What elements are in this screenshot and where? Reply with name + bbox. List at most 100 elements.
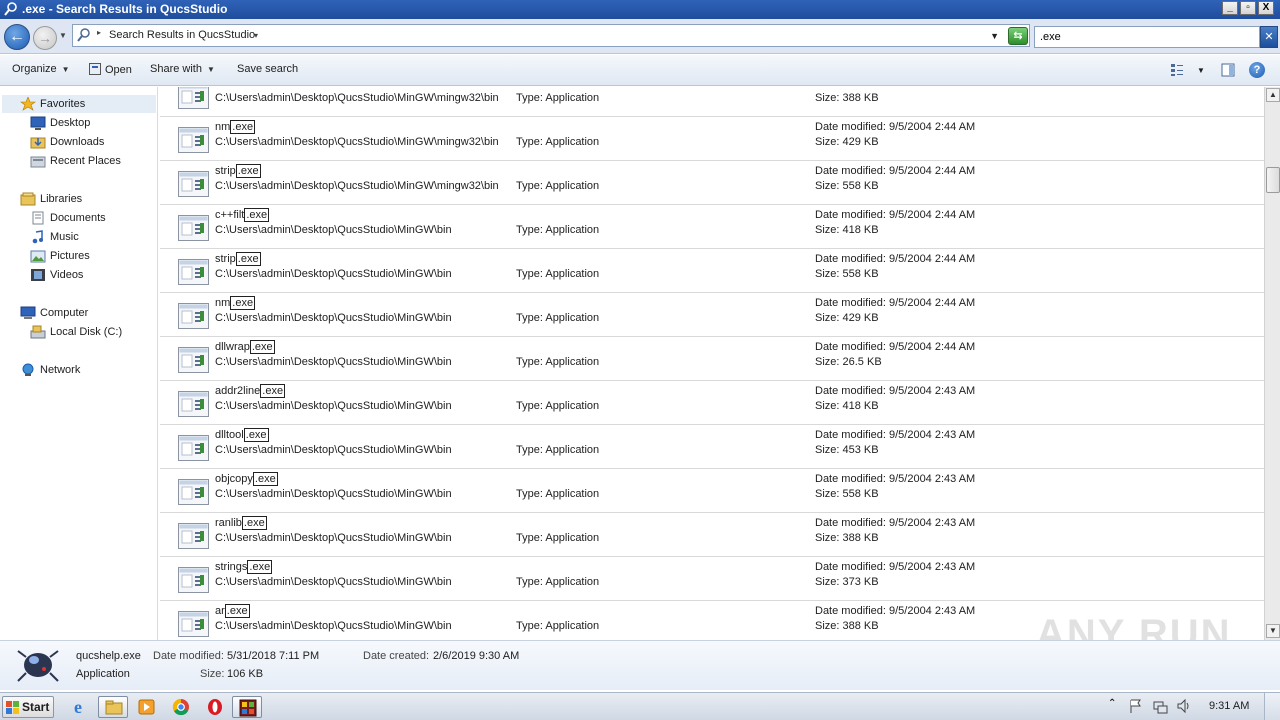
result-type: Type: Application xyxy=(516,180,600,192)
result-size: Size: 388 KB xyxy=(815,620,879,632)
result-filename[interactable]: nm .exe xyxy=(215,120,256,134)
result-row[interactable]: strip .exe C:\Users\admin\Desktop\QucsStud… xyxy=(160,161,1264,205)
address-history-dropdown[interactable]: ▼ xyxy=(990,31,999,41)
nav-favorites-label: Favorites xyxy=(40,98,86,110)
scroll-down-button[interactable]: ▼ xyxy=(1266,624,1280,638)
result-date-modified: Date modified: 9/5/2004 2:43 AM xyxy=(815,473,976,485)
result-date-modified: Date modified: 9/5/2004 2:43 AM xyxy=(815,561,976,573)
result-type: Type: Application xyxy=(516,620,600,632)
result-path: C:\Users\admin\Desktop\QucsStudio\MinGW\… xyxy=(215,576,452,588)
close-icon: ✕ xyxy=(1264,31,1274,43)
open-button[interactable]: Open xyxy=(89,63,132,76)
result-filename-base: ar xyxy=(215,605,225,617)
result-filename-base: addr2line xyxy=(215,385,261,397)
navigation-pane: Favorites Desktop Downloads Recent Place… xyxy=(0,87,158,640)
clear-search-button[interactable]: ✕ xyxy=(1260,26,1278,48)
back-button[interactable]: ← xyxy=(4,24,30,50)
result-date-modified: Date modified: 9/5/2004 2:44 AM xyxy=(815,253,976,265)
pictures-icon xyxy=(30,250,46,263)
result-filename-ext: exe xyxy=(235,121,254,133)
result-filename[interactable]: ranlib .exe xyxy=(215,516,267,530)
result-filename[interactable]: dllwrap .exe xyxy=(215,340,275,354)
preview-pane-icon[interactable] xyxy=(1221,63,1235,77)
network-icon xyxy=(22,363,34,376)
result-filename[interactable]: strings .exe xyxy=(215,560,273,574)
search-input[interactable] xyxy=(1035,27,1235,47)
start-button[interactable]: Start xyxy=(2,696,54,718)
application-file-icon xyxy=(178,567,209,593)
result-filename-base: ranlib xyxy=(215,517,242,529)
taskbar-internet-explorer[interactable]: e xyxy=(66,696,96,718)
result-path: C:\Users\admin\Desktop\QucsStudio\MinGW\… xyxy=(215,532,452,544)
window-title: .exe - Search Results in QucsStudio xyxy=(22,2,228,16)
result-filename[interactable]: nm .exe xyxy=(215,296,256,310)
share-with-button[interactable]: Share with ▼ xyxy=(150,63,215,75)
scroll-thumb[interactable] xyxy=(1266,167,1280,193)
internet-explorer-icon: e xyxy=(74,697,82,717)
network-tray-icon[interactable] xyxy=(1152,698,1168,714)
result-row[interactable]: strings .exe C:\Users\admin\Desktop\QucsSt… xyxy=(160,557,1264,601)
change-view-icon[interactable] xyxy=(1170,63,1184,77)
help-button[interactable]: ? xyxy=(1249,62,1265,78)
taskbar-opera[interactable] xyxy=(200,696,230,718)
clock[interactable]: 9:31 AM xyxy=(1209,700,1249,712)
show-desktop-button[interactable] xyxy=(1264,693,1280,720)
result-row[interactable]: dllwrap .exe C:\Users\admin\Desktop\QucsSt… xyxy=(160,337,1264,381)
result-filename-base: c++filt xyxy=(215,209,245,221)
result-size: Size: 388 KB xyxy=(815,92,879,104)
vertical-scrollbar[interactable]: ▲ ▼ xyxy=(1264,87,1280,640)
address-bar: ← → ▼ ▸ Search Results in QucsStudio ▾ ▼… xyxy=(0,19,1280,54)
command-bar: Organize ▼ Open Share with ▼ Save search ▼… xyxy=(0,55,1280,86)
search-box[interactable] xyxy=(1034,26,1260,48)
scroll-up-button[interactable]: ▲ xyxy=(1266,88,1280,102)
result-row[interactable]: nm .exe C:\Users\admin\Desktop\QucsStudio\… xyxy=(160,293,1264,337)
result-row[interactable]: nm .exe C:\Users\admin\Desktop\QucsStudio\… xyxy=(160,117,1264,161)
result-filename-ext: exe xyxy=(229,605,248,617)
result-filename-match: .exe xyxy=(252,472,278,486)
application-file-icon xyxy=(178,435,209,461)
opera-icon xyxy=(208,699,222,715)
result-row[interactable]: dlltool .exe C:\Users\admin\Desktop\QucsSt… xyxy=(160,425,1264,469)
taskbar-chrome[interactable] xyxy=(166,696,196,718)
minimize-button[interactable]: _ xyxy=(1222,1,1238,15)
volume-icon[interactable] xyxy=(1176,698,1192,714)
result-type: Type: Application xyxy=(516,356,600,368)
nav-desktop-label: Desktop xyxy=(50,117,91,129)
close-button[interactable]: X xyxy=(1258,1,1274,15)
taskbar-windows-explorer[interactable] xyxy=(98,696,128,718)
result-filename[interactable]: objcopy .exe xyxy=(215,472,278,486)
breadcrumb[interactable]: Search Results in QucsStudio xyxy=(109,29,255,41)
result-row[interactable]: addr2line .exe C:\Users\admin\Desktop\Qucs… xyxy=(160,381,1264,425)
result-filename[interactable]: c++filt .exe xyxy=(215,208,270,222)
application-file-icon xyxy=(178,87,209,109)
result-type: Type: Application xyxy=(516,444,600,456)
action-center-flag-icon[interactable] xyxy=(1128,698,1144,714)
result-row[interactable]: strip .exe C:\Users\admin\Desktop\QucsStud… xyxy=(160,249,1264,293)
result-filename[interactable]: addr2line .exe xyxy=(215,384,286,398)
application-file-icon xyxy=(178,259,209,285)
taskbar-media-player[interactable] xyxy=(132,696,162,718)
recent-pages-dropdown[interactable]: ▼ xyxy=(59,31,67,40)
address-box[interactable]: ▸ Search Results in QucsStudio ▾ ▼ xyxy=(72,24,1030,47)
result-filename[interactable]: ar .exe xyxy=(215,604,250,618)
result-filename[interactable]: dlltool .exe xyxy=(215,428,269,442)
show-hidden-icons-button[interactable]: ⌃ xyxy=(1108,698,1124,714)
result-row[interactable]: C:\Users\admin\Desktop\QucsStudio\MinGW\… xyxy=(160,87,1264,117)
view-options-dropdown[interactable]: ▼ xyxy=(1197,66,1205,75)
details-date-created-label: Date created: xyxy=(363,650,430,662)
result-filename[interactable]: strip .exe xyxy=(215,252,261,266)
result-type: Type: Application xyxy=(516,136,600,148)
result-row[interactable]: c++filt .exe C:\Users\admin\Desktop\QucsSt… xyxy=(160,205,1264,249)
maximize-button[interactable]: ▫ xyxy=(1240,1,1256,15)
result-row[interactable]: ranlib .exe C:\Users\admin\Desktop\QucsStu… xyxy=(160,513,1264,557)
organize-button[interactable]: Organize ▼ xyxy=(12,63,70,75)
taskbar-qucs-studio[interactable] xyxy=(232,696,262,718)
refresh-button[interactable]: ⇆ xyxy=(1008,27,1028,45)
save-search-button[interactable]: Save search xyxy=(237,63,298,75)
forward-button[interactable]: → xyxy=(33,26,57,50)
nav-recent-places-label: Recent Places xyxy=(50,155,121,167)
breadcrumb-dropdown-icon[interactable]: ▾ xyxy=(254,31,258,40)
result-filename[interactable]: strip .exe xyxy=(215,164,261,178)
breadcrumb-separator-icon[interactable]: ▸ xyxy=(97,28,101,37)
result-row[interactable]: objcopy .exe C:\Users\admin\Desktop\QucsSt… xyxy=(160,469,1264,513)
